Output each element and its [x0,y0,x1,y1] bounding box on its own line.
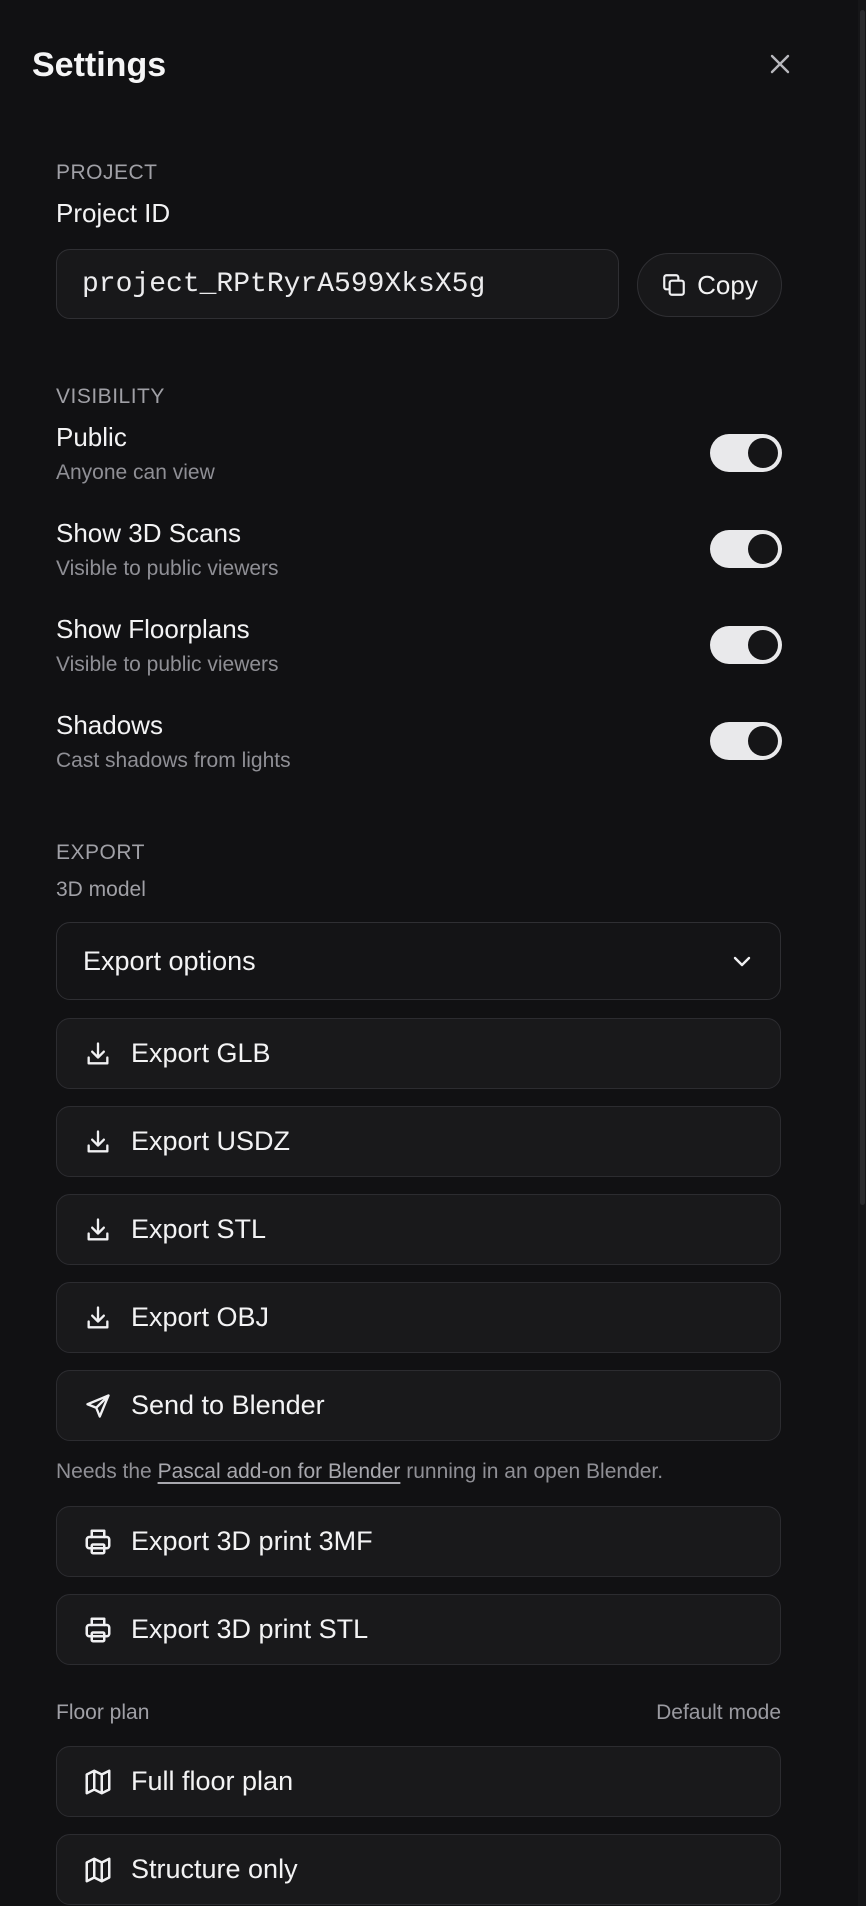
export-usdz-button[interactable]: Export USDZ [56,1106,781,1177]
visibility-floorplans-subtitle: Visible to public viewers [56,653,279,676]
scrollbar-thumb[interactable] [860,10,865,1205]
printer-icon [85,1617,111,1642]
printer-icon [85,1529,111,1554]
map-icon [85,1857,111,1882]
export-stl-label: Export STL [131,1214,267,1244]
export-glb-label: Export GLB [131,1038,271,1068]
download-icon [87,1305,109,1328]
export-obj-label: Export OBJ [131,1302,270,1332]
public-toggle[interactable] [710,434,782,472]
download-icon [87,1041,109,1064]
project-id-label: Project ID [56,198,171,228]
shadows-toggle[interactable] [710,722,782,760]
copy-button[interactable]: Copy [637,253,782,317]
project-id-value: project_RPtRyrA599XksX5g [82,268,486,300]
send-icon [86,1393,110,1418]
visibility-shadows-subtitle: Cast shadows from lights [56,749,291,772]
structure-only-button[interactable]: Structure only [56,1834,781,1905]
page-title: Settings [32,46,167,84]
close-icon [770,54,790,74]
chevron-down-icon [733,956,751,967]
export-3d-print-3mf-label: Export 3D print 3MF [131,1526,373,1556]
visibility-3d-scans-title: Show 3D Scans [56,518,241,548]
blender-note: Needs the Pascal add-on for Blender runn… [56,1460,663,1484]
toggle-knob [748,534,778,564]
export-options-select[interactable]: Export options [56,922,781,1000]
send-to-blender-label: Send to Blender [131,1390,325,1420]
export-options-label: Export options [83,945,256,976]
show-floorplans-toggle[interactable] [710,626,782,664]
copy-icon [663,274,685,296]
toggle-knob [748,630,778,660]
full-floor-plan-button[interactable]: Full floor plan [56,1746,781,1817]
download-icon [87,1217,109,1240]
pascal-addon-link[interactable]: Pascal add-on for Blender [158,1460,401,1483]
copy-button-label: Copy [697,269,758,300]
structure-only-label: Structure only [131,1854,298,1884]
section-label-visibility: VISIBILITY [56,385,165,408]
export-3d-model-label: 3D model [56,878,146,901]
section-label-export: EXPORT [56,841,145,864]
full-floor-plan-label: Full floor plan [131,1766,294,1796]
close-button[interactable] [760,44,800,84]
floor-plan-label: Floor plan [56,1701,150,1724]
toggle-knob [748,726,778,756]
export-usdz-label: Export USDZ [131,1126,291,1156]
scrollbar-track[interactable] [858,0,866,1906]
project-id-field[interactable]: project_RPtRyrA599XksX5g [56,249,619,319]
section-label-project: PROJECT [56,161,158,184]
export-obj-button[interactable]: Export OBJ [56,1282,781,1353]
visibility-3d-scans-subtitle: Visible to public viewers [56,557,279,580]
visibility-floorplans-title: Show Floorplans [56,614,250,644]
visibility-public-subtitle: Anyone can view [56,461,215,484]
export-3d-print-stl-label: Export 3D print STL [131,1614,369,1644]
export-stl-button[interactable]: Export STL [56,1194,781,1265]
map-icon [85,1769,111,1794]
visibility-public-title: Public [56,422,127,452]
export-glb-button[interactable]: Export GLB [56,1018,781,1089]
blender-note-prefix: Needs the [56,1460,152,1483]
send-to-blender-button[interactable]: Send to Blender [56,1370,781,1441]
settings-header: Settings [32,40,834,90]
visibility-shadows-title: Shadows [56,710,163,740]
export-3d-print-3mf-button[interactable]: Export 3D print 3MF [56,1506,781,1577]
show-3d-scans-toggle[interactable] [710,530,782,568]
toggle-knob [748,438,778,468]
export-3d-print-stl-button[interactable]: Export 3D print STL [56,1594,781,1665]
default-mode-label: Default mode [656,1701,781,1724]
blender-note-suffix: running in an open Blender. [406,1460,664,1483]
download-icon [87,1129,109,1152]
